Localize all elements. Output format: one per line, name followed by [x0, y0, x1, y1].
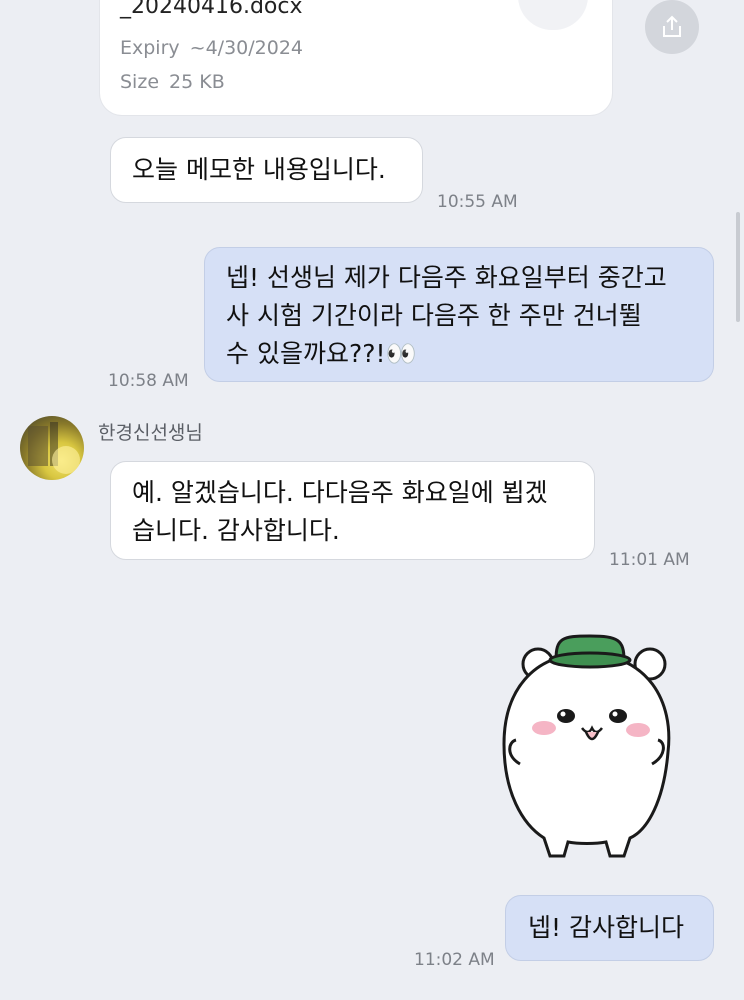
- message-bubble-outgoing[interactable]: 넵! 감사합니다: [505, 895, 714, 961]
- size-label: Size: [120, 71, 160, 93]
- message-text: 오늘 메모한 내용입니다.: [132, 155, 386, 184]
- expiry-label: Expiry: [120, 37, 180, 59]
- message-time: 10:58 AM: [108, 371, 189, 391]
- message-time: 11:02 AM: [414, 950, 495, 970]
- message-bubble-incoming[interactable]: 오늘 메모한 내용입니다.: [110, 137, 423, 203]
- message-line: 예. 알겠습니다. 다다음주 화요일에 뵙겠: [132, 478, 548, 507]
- sticker[interactable]: [498, 632, 674, 864]
- message-line: 수 있을까요??!👀: [226, 339, 417, 368]
- message-bubble-incoming[interactable]: 예. 알겠습니다. 다다음주 화요일에 뵙겠 습니다. 감사합니다.: [110, 461, 595, 560]
- message-time: 10:55 AM: [437, 192, 518, 212]
- message-line: 사 시험 기간이라 다음주 한 주만 건너뛸: [226, 301, 642, 330]
- message-text: 넵! 감사합니다: [528, 913, 684, 942]
- message-line: 습니다. 감사합니다.: [132, 516, 340, 545]
- avatar[interactable]: [20, 416, 84, 480]
- scrollbar[interactable]: [736, 212, 740, 322]
- avatar-image: [28, 422, 80, 474]
- download-button[interactable]: [518, 0, 588, 30]
- size-value: 25 KB: [169, 71, 225, 93]
- file-expiry: Expiry ~4/30/2024: [120, 37, 303, 59]
- expiry-value: ~4/30/2024: [189, 37, 303, 59]
- file-name: _20240416.docx: [120, 0, 303, 19]
- message-time: 11:01 AM: [609, 550, 690, 570]
- message-bubble-outgoing[interactable]: 넵! 선생님 제가 다음주 화요일부터 중간고 사 시험 기간이라 다음주 한 …: [204, 247, 714, 382]
- sender-name: 한경신선생님: [98, 422, 203, 444]
- share-icon: [663, 15, 681, 37]
- white-bear-green-hat-sticker: [502, 634, 671, 858]
- file-attachment-card[interactable]: _20240416.docx Expiry ~4/30/2024 Size 25 K…: [100, 0, 612, 115]
- file-size: Size 25 KB: [120, 71, 225, 93]
- message-line: 넵! 선생님 제가 다음주 화요일부터 중간고: [226, 263, 667, 292]
- share-button[interactable]: [645, 0, 699, 54]
